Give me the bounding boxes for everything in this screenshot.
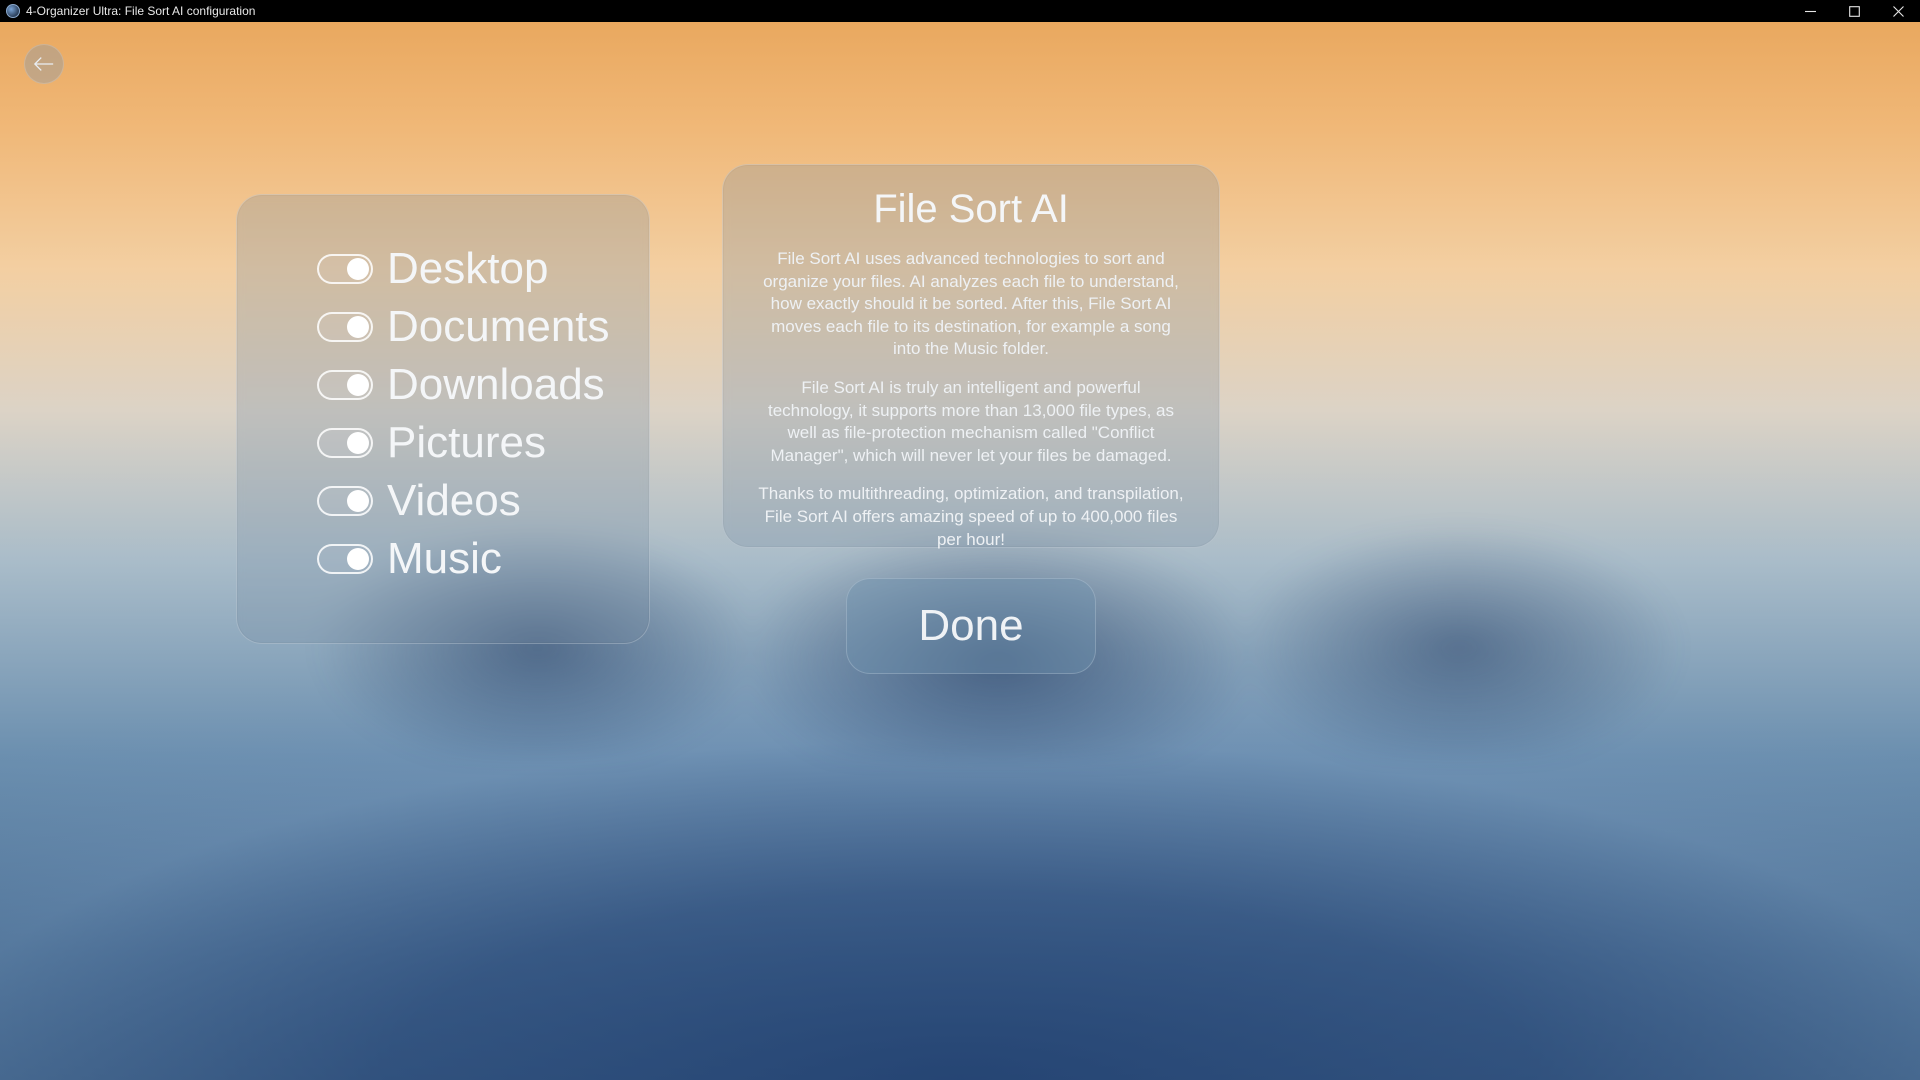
minimize-icon — [1805, 6, 1816, 17]
toggle-knob — [347, 258, 369, 280]
info-panel: File Sort AI File Sort AI uses advanced … — [722, 164, 1220, 548]
toggle-label-desktop: Desktop — [387, 247, 548, 291]
toggle-switch-documents[interactable] — [317, 312, 373, 342]
toggle-row-videos: Videos — [317, 473, 621, 529]
info-paragraph-2: File Sort AI is truly an intelligent and… — [757, 377, 1185, 467]
done-button-label: Done — [918, 601, 1023, 651]
toggle-row-music: Music — [317, 531, 621, 587]
window-minimize-button[interactable] — [1788, 0, 1832, 22]
maximize-icon — [1849, 6, 1860, 17]
toggle-switch-downloads[interactable] — [317, 370, 373, 400]
arrow-left-icon — [33, 55, 55, 73]
toggle-row-downloads: Downloads — [317, 357, 621, 413]
window-titlebar: 4-Organizer Ultra: File Sort AI configur… — [0, 0, 1920, 22]
toggle-row-pictures: Pictures — [317, 415, 621, 471]
toggle-label-pictures: Pictures — [387, 421, 546, 465]
toggle-knob — [347, 548, 369, 570]
window-title: 4-Organizer Ultra: File Sort AI configur… — [26, 4, 255, 18]
back-button[interactable] — [24, 44, 64, 84]
done-button[interactable]: Done — [846, 578, 1096, 674]
folders-toggle-panel: Desktop Documents Downloads Pictures Vid… — [236, 194, 650, 644]
toggle-knob — [347, 374, 369, 396]
window-maximize-button[interactable] — [1832, 0, 1876, 22]
close-icon — [1893, 6, 1904, 17]
toggle-knob — [347, 490, 369, 512]
toggle-label-videos: Videos — [387, 479, 521, 523]
toggle-switch-music[interactable] — [317, 544, 373, 574]
toggle-label-music: Music — [387, 537, 502, 581]
info-paragraph-1: File Sort AI uses advanced technologies … — [757, 248, 1185, 361]
window-close-button[interactable] — [1876, 0, 1920, 22]
toggle-row-desktop: Desktop — [317, 241, 621, 297]
toggle-knob — [347, 316, 369, 338]
toggle-switch-desktop[interactable] — [317, 254, 373, 284]
toggle-label-documents: Documents — [387, 305, 610, 349]
toggle-label-downloads: Downloads — [387, 363, 605, 407]
info-title: File Sort AI — [757, 187, 1185, 232]
toggle-knob — [347, 432, 369, 454]
app-icon — [6, 4, 20, 18]
toggle-switch-pictures[interactable] — [317, 428, 373, 458]
info-paragraph-3: Thanks to multithreading, optimization, … — [757, 483, 1185, 551]
toggle-switch-videos[interactable] — [317, 486, 373, 516]
toggle-row-documents: Documents — [317, 299, 621, 355]
